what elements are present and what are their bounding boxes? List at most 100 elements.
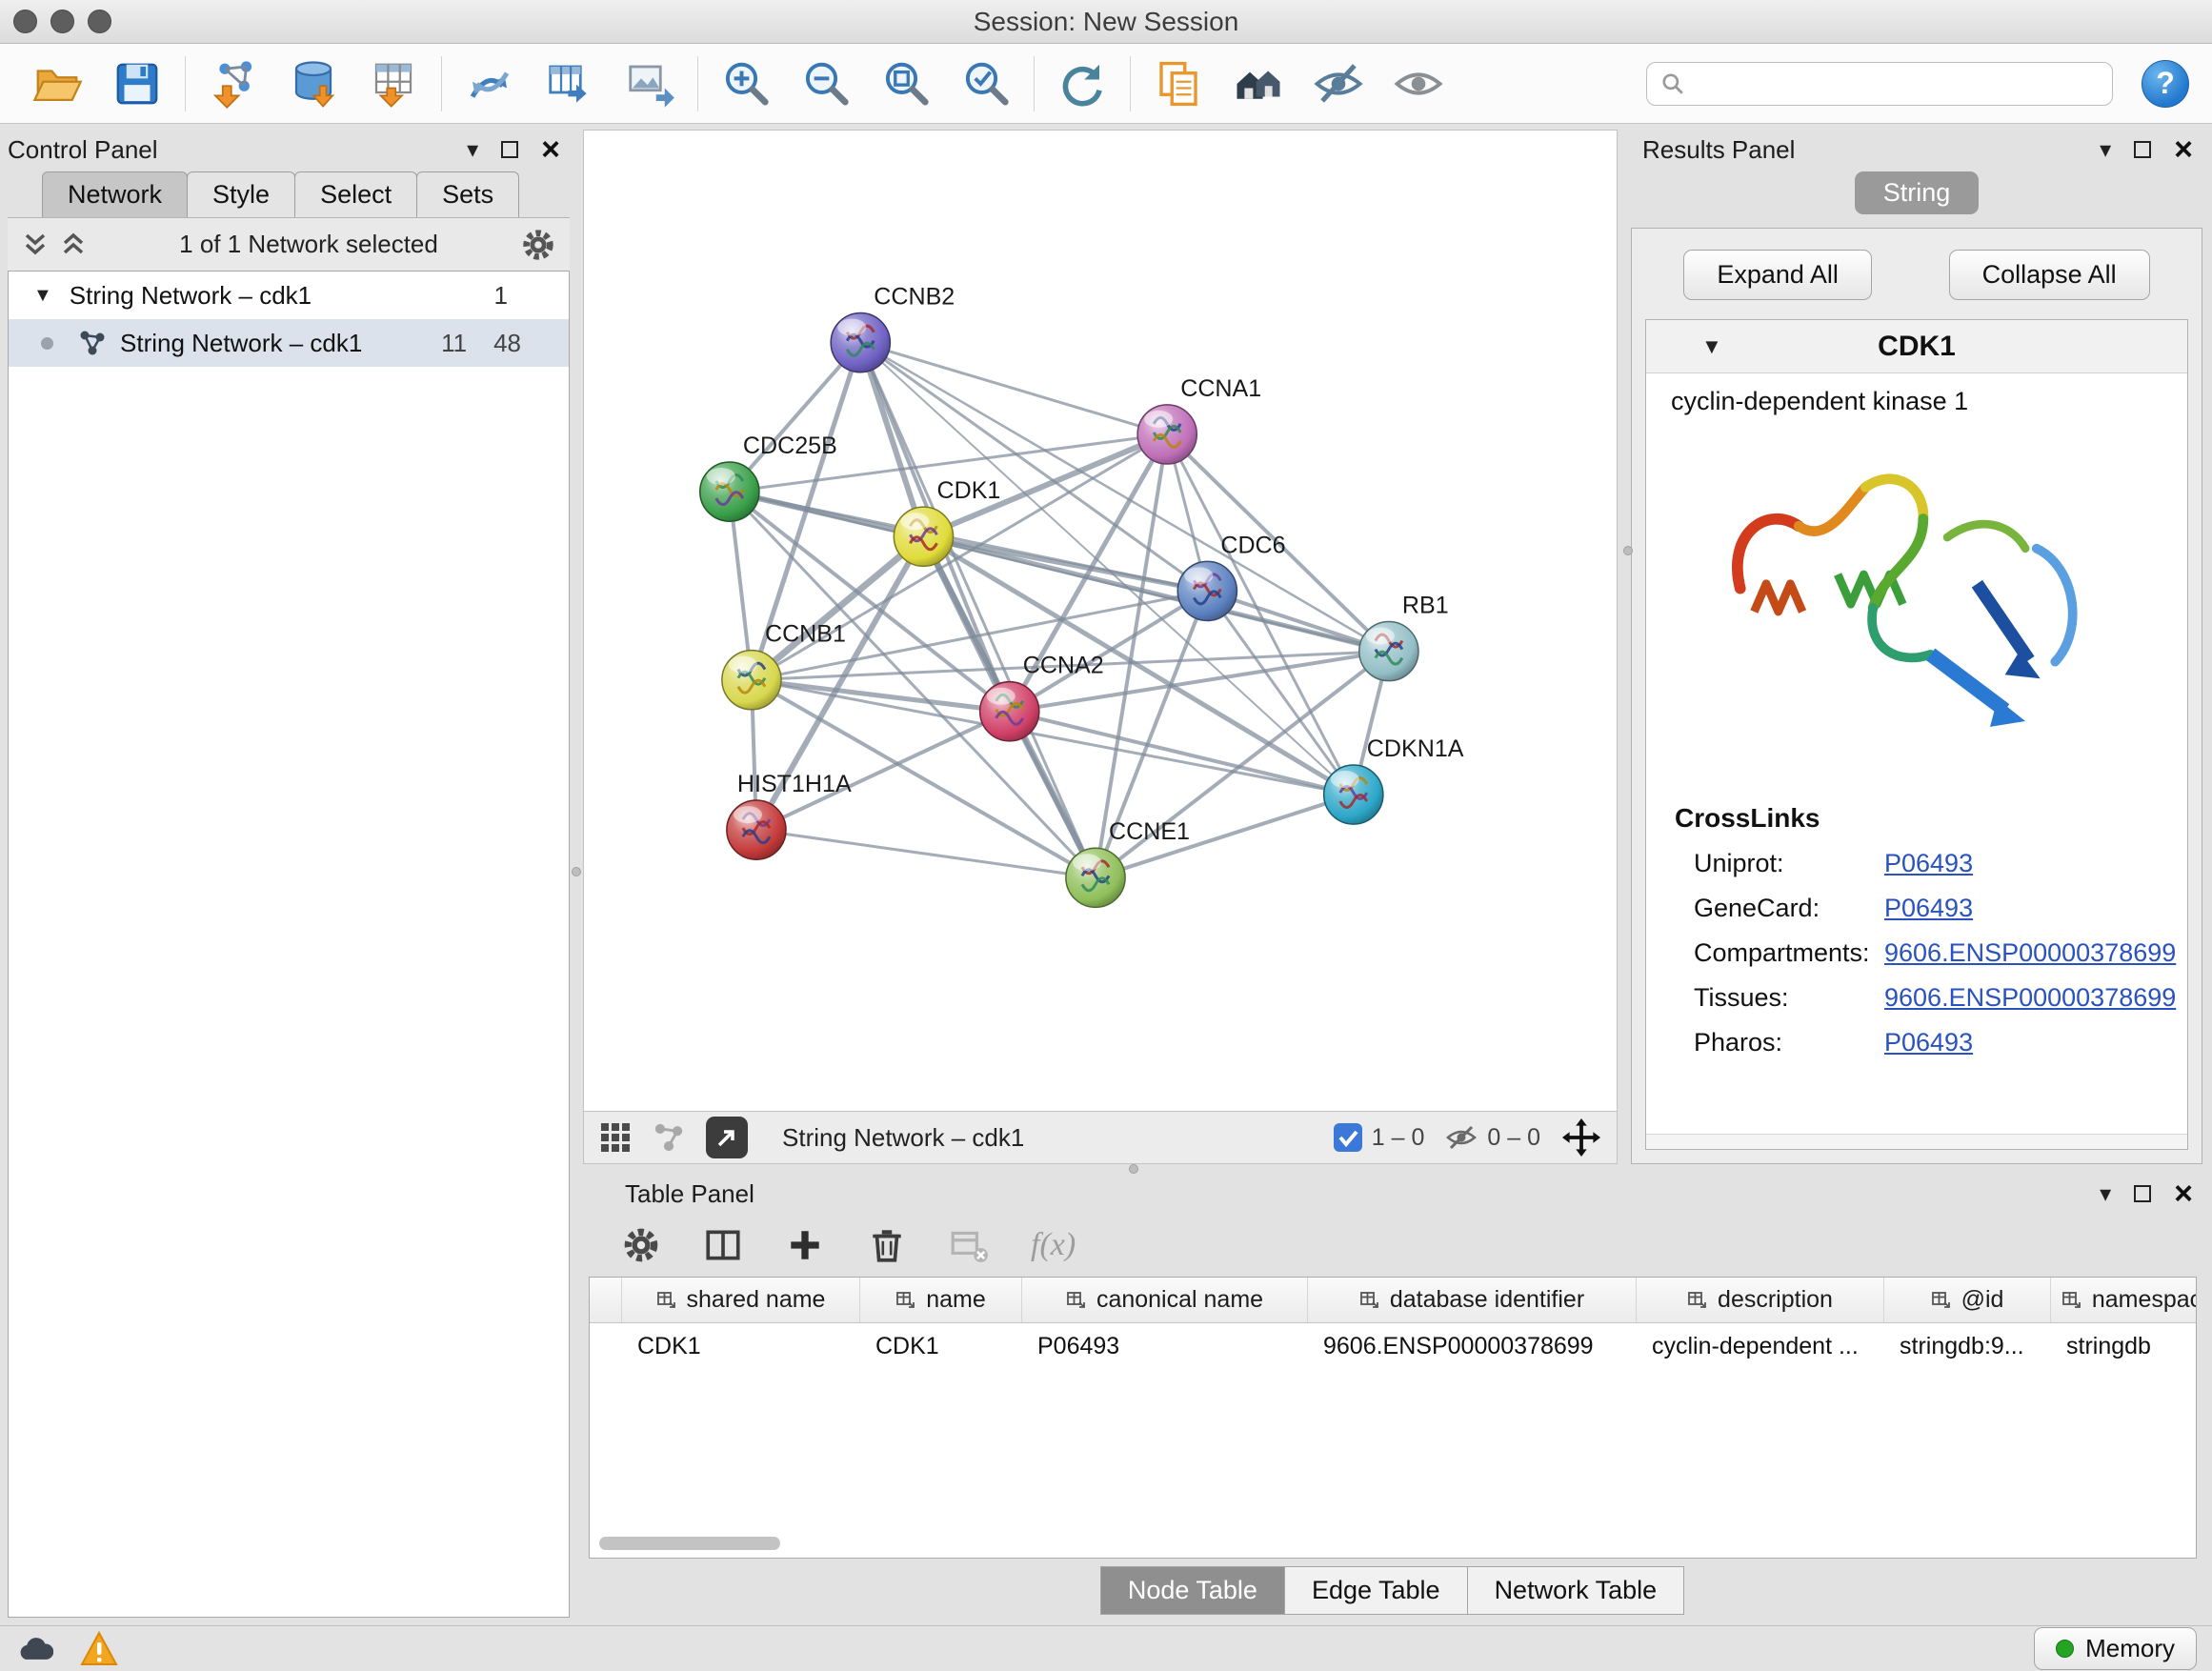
expand-all-button[interactable]: Expand All (1683, 250, 1872, 300)
column-header-canonical-name[interactable]: canonical name (1022, 1278, 1308, 1322)
home-layout-button[interactable] (1218, 50, 1298, 117)
node-label: CCNE1 (1109, 818, 1190, 845)
copy-button[interactable] (1138, 50, 1218, 117)
network-node-ccna2[interactable]: CCNA2 (980, 653, 1104, 741)
network-edge[interactable] (752, 680, 1010, 712)
column-header-description[interactable]: description (1637, 1278, 1884, 1322)
import-network-database-button[interactable] (273, 50, 353, 117)
collapse-all-icon[interactable] (21, 231, 50, 259)
search-input[interactable] (1695, 69, 2099, 98)
hidden-eye-icon[interactable] (1445, 1123, 1478, 1152)
disclosure-triangle-icon[interactable]: ▼ (1701, 334, 1722, 359)
disclosure-triangle-icon[interactable]: ▼ (33, 285, 52, 307)
column-edit-icon (895, 1290, 916, 1311)
float-panel-icon[interactable] (501, 141, 518, 158)
help-button[interactable]: ? (2142, 60, 2189, 108)
zoom-selected-button[interactable] (946, 50, 1026, 117)
grid-view-icon[interactable] (599, 1121, 632, 1154)
network-node-ccnb2[interactable]: CCNB2 (831, 284, 955, 372)
cloud-icon[interactable] (15, 1630, 53, 1668)
column-header-shared-name[interactable]: shared name (622, 1278, 860, 1322)
network-node-cdkn1a[interactable]: CDKN1A (1324, 735, 1464, 824)
titlebar: Session: New Session (0, 0, 2212, 44)
crosslink-value[interactable]: P06493 (1884, 894, 1973, 923)
column-header-label: database identifier (1390, 1286, 1584, 1314)
column-header-database-identifier[interactable]: database identifier (1308, 1278, 1637, 1322)
crosslink-value[interactable]: P06493 (1884, 1028, 1973, 1057)
tab-edge-table[interactable]: Edge Table (1284, 1566, 1468, 1615)
expand-all-icon[interactable] (59, 231, 88, 259)
network-node-cdc6[interactable]: CDC6 (1177, 532, 1285, 620)
refresh-view-button[interactable] (1042, 50, 1122, 117)
table-row[interactable]: CDK1CDK1P064939606.ENSP00000378699cyclin… (590, 1323, 2196, 1369)
crosslink-value[interactable]: P06493 (1884, 849, 1973, 878)
column-header-@id[interactable]: @id (1884, 1278, 2051, 1322)
float-panel-icon[interactable] (2134, 141, 2151, 158)
crosslink-value[interactable]: 9606.ENSP00000378699 (1884, 983, 2176, 1013)
open-session-button[interactable] (17, 50, 97, 117)
vertical-splitter-handle[interactable] (572, 867, 581, 876)
network-tree: ▼ String Network – cdk1 1 String Network… (8, 271, 570, 1618)
tab-network-table[interactable]: Network Table (1467, 1566, 1685, 1615)
zoom-fit-button[interactable] (866, 50, 946, 117)
panel-menu-icon[interactable]: ▾ (467, 136, 478, 164)
gene-card-header[interactable]: ▼ CDK1 (1646, 320, 2187, 373)
tab-node-table[interactable]: Node Table (1100, 1566, 1285, 1615)
tab-sets[interactable]: Sets (416, 171, 519, 217)
network-node-ccne1[interactable]: CCNE1 (1066, 818, 1190, 907)
vertical-splitter-handle[interactable] (1623, 546, 1633, 555)
export-image-button[interactable] (610, 50, 690, 117)
import-network-file-button[interactable] (193, 50, 273, 117)
add-column-icon[interactable] (785, 1225, 825, 1265)
close-panel-icon[interactable]: × (2174, 1178, 2193, 1210)
float-panel-icon[interactable] (2134, 1185, 2151, 1202)
zoom-in-button[interactable] (706, 50, 786, 117)
collapse-all-button[interactable]: Collapse All (1949, 250, 2150, 300)
network-node-ccna1[interactable]: CCNA1 (1137, 375, 1261, 464)
horizontal-splitter-handle[interactable] (1129, 1164, 1138, 1174)
close-panel-icon[interactable]: × (541, 133, 560, 166)
delete-column-trash-icon[interactable] (867, 1225, 907, 1265)
network-edge[interactable] (860, 343, 1096, 878)
import-table-file-button[interactable] (353, 50, 433, 117)
network-row[interactable]: String Network – cdk1 11 48 (9, 319, 569, 367)
warning-icon[interactable] (80, 1630, 118, 1668)
zoom-out-button[interactable] (786, 50, 866, 117)
network-summary-row: 1 of 1 Network selected (8, 217, 570, 271)
pan-crosshair-icon[interactable] (1561, 1117, 1601, 1158)
network-collection-row[interactable]: ▼ String Network – cdk1 1 (9, 272, 569, 319)
table-settings-gear-icon[interactable] (621, 1225, 661, 1265)
import-network-file-icon (208, 58, 259, 110)
close-panel-icon[interactable]: × (2174, 133, 2193, 166)
tab-select[interactable]: Select (294, 171, 417, 217)
show-columns-icon[interactable] (703, 1225, 743, 1265)
horizontal-scrollbar-track[interactable] (1646, 1134, 2187, 1149)
column-header-namespac[interactable]: namespac (2051, 1278, 2197, 1322)
crosslink-value[interactable]: 9606.ENSP00000378699 (1884, 938, 2176, 968)
network-edge[interactable] (752, 536, 924, 679)
network-overview-icon[interactable] (653, 1121, 685, 1154)
network-from-selection-button[interactable] (450, 50, 530, 117)
network-canvas[interactable]: CCNB2CCNA1CDC25BCDK1CDC6RB1CCNB1CCNA2CDK… (583, 130, 1618, 1111)
network-node-rb1[interactable]: RB1 (1359, 592, 1449, 680)
panel-menu-icon[interactable]: ▾ (2100, 136, 2111, 164)
new-table-button[interactable] (530, 50, 610, 117)
network-edge[interactable] (860, 343, 1167, 434)
network-edge[interactable] (860, 343, 1354, 795)
memory-button[interactable]: Memory (2034, 1627, 2197, 1670)
node-label: CCNA1 (1180, 375, 1261, 402)
tab-string[interactable]: String (1855, 171, 1980, 214)
save-session-button[interactable] (97, 50, 177, 117)
tab-network[interactable]: Network (42, 171, 188, 217)
selected-checkbox-icon[interactable] (1334, 1123, 1362, 1152)
export-network-button[interactable] (706, 1117, 748, 1158)
tab-style[interactable]: Style (187, 171, 295, 217)
table-horizontal-scrollbar[interactable] (599, 1537, 780, 1550)
node-label: CDK1 (937, 477, 1001, 504)
show-all-button[interactable] (1378, 50, 1458, 117)
gear-icon[interactable] (520, 227, 556, 263)
column-header-name[interactable]: name (860, 1278, 1022, 1322)
network-edge[interactable] (756, 830, 1096, 877)
panel-menu-icon[interactable]: ▾ (2100, 1180, 2111, 1208)
hide-selected-button[interactable] (1298, 50, 1378, 117)
